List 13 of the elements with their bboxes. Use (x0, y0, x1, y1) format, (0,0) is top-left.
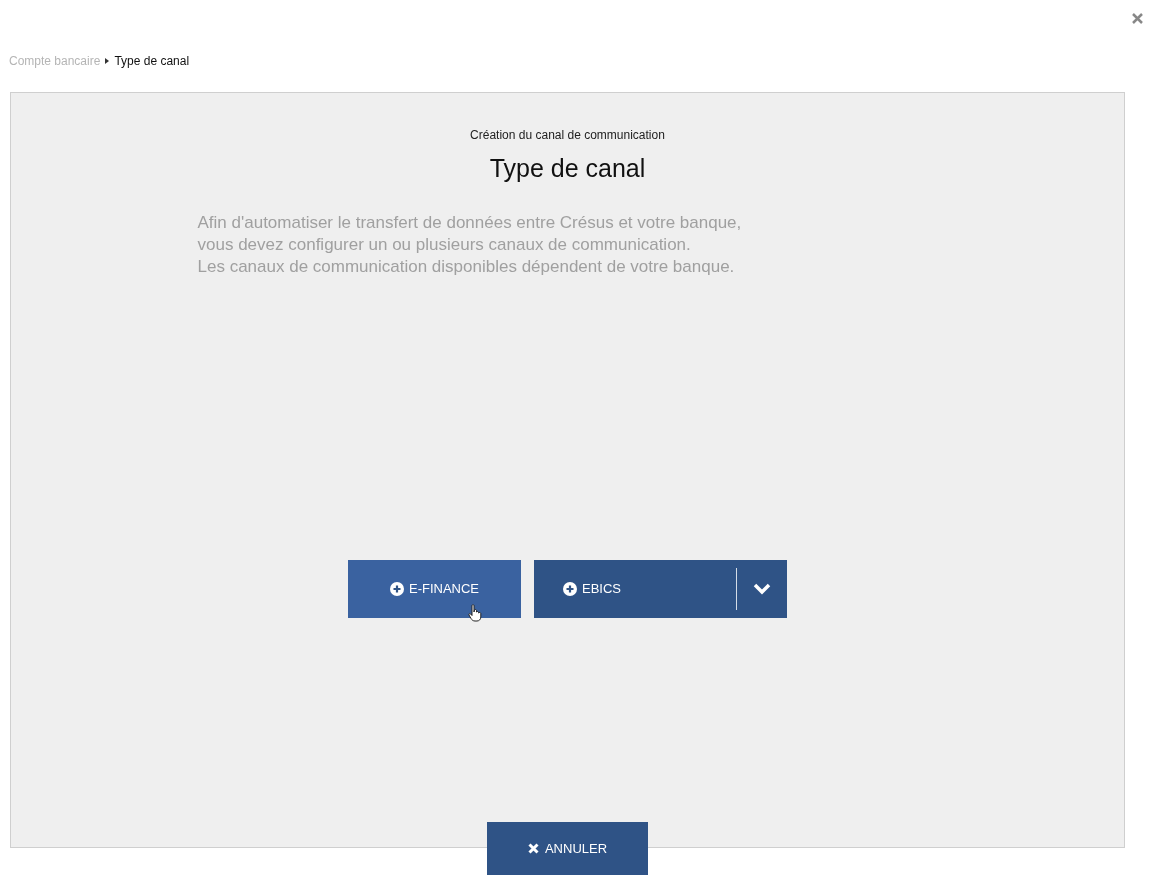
close-icon[interactable] (1132, 13, 1143, 24)
dialog-title: Type de canal (489, 153, 646, 184)
cancel-button[interactable]: ANNULER (487, 822, 648, 875)
breadcrumb-current: Type de canal (114, 53, 190, 70)
dialog-subtitle: Création du canal de communication (470, 127, 665, 144)
breadcrumb-separator-icon (105, 58, 110, 64)
plus-circle-icon (389, 582, 404, 596)
close-icon (527, 843, 539, 854)
description-text: Afin d'automatiser le transfert de données entre Crésus et votre banque, vous devez configurer un ou plusieurs canaux de communication. Les canaux de communication disponibles dépendent de votre banque. (197, 211, 743, 278)
hand-cursor-icon (468, 604, 482, 622)
chevron-down-icon[interactable] (753, 583, 771, 595)
split-button[interactable]: EBICS (534, 560, 787, 618)
plus-circle-icon (563, 582, 577, 596)
